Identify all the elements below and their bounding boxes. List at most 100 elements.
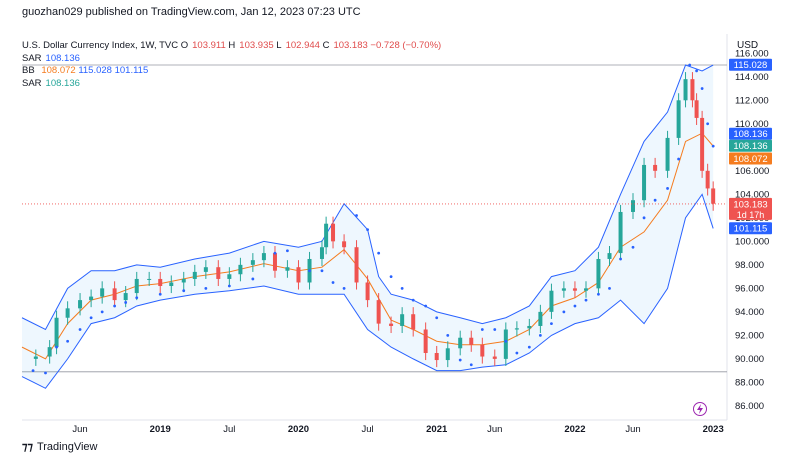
candle-body <box>480 344 485 357</box>
x-tick-label: 2022 <box>564 424 585 435</box>
candle-body <box>676 100 681 138</box>
sar-dot <box>538 333 542 337</box>
sar-dot <box>446 333 450 337</box>
x-tick-label: 2021 <box>426 424 448 435</box>
candle-body <box>169 282 174 287</box>
candle-body <box>705 170 710 189</box>
candle-body <box>596 258 601 289</box>
candle-body <box>700 117 705 171</box>
badge-bb-mid: 108.072 <box>733 154 767 165</box>
sar-dot <box>677 157 681 161</box>
sar-dot <box>435 316 439 320</box>
candle-body <box>331 223 336 242</box>
candle-body <box>261 253 266 261</box>
sar-dot <box>458 358 462 362</box>
sar-dot <box>550 322 553 326</box>
sar-dot <box>355 214 358 217</box>
badge-bb-lower: 101.115 <box>734 224 768 235</box>
sar-dot <box>55 345 58 349</box>
brand-name: TradingView <box>36 440 98 453</box>
candle-body <box>319 247 324 259</box>
candle-body <box>631 200 635 212</box>
sar-dot <box>100 310 104 314</box>
sar-dot <box>66 339 70 343</box>
sar-dot <box>480 328 484 331</box>
sar-dot <box>711 144 715 148</box>
candle-body <box>434 353 439 361</box>
price-chart[interactable]: 86.000 88.000 90.000 92.000 94.000 96.000 98.0… <box>0 0 791 459</box>
sar-dot <box>515 351 519 355</box>
sar-dot <box>158 292 162 296</box>
bb-fill <box>22 65 714 389</box>
tv-logo-icon: ⁊⁊ <box>22 441 33 453</box>
candle-body <box>653 164 658 171</box>
sar-dot <box>424 304 428 308</box>
candle-body <box>227 274 232 279</box>
sar-dot <box>366 228 369 231</box>
candle-body <box>411 314 416 330</box>
sar-dot <box>631 245 635 249</box>
x-tick-label: 2023 <box>703 424 724 435</box>
sar-dot <box>227 284 231 288</box>
candle-body <box>711 188 716 204</box>
candle-body <box>572 288 577 291</box>
candle-body <box>561 288 566 291</box>
y-tick-label: 90.000 <box>735 354 764 365</box>
candle-body <box>296 267 301 283</box>
candle-body <box>584 288 588 291</box>
sar-dot <box>597 292 600 296</box>
y-tick-label: 106.000 <box>735 166 769 177</box>
sar-dot <box>573 304 577 308</box>
candle-body <box>527 325 532 329</box>
candle-body <box>354 247 359 283</box>
candle-body <box>342 241 347 248</box>
tradingview-logo[interactable]: ⁊⁊ TradingView <box>22 440 98 454</box>
candle-body <box>89 296 94 301</box>
candle-body <box>618 211 623 254</box>
candle-body <box>445 348 450 361</box>
sar-dot <box>642 216 646 220</box>
x-tick-label: Jun <box>72 424 87 435</box>
candle-body <box>549 290 554 312</box>
y-tick-label: 88.000 <box>735 377 764 388</box>
sar-dot <box>389 275 393 279</box>
badge-bb-upper: 115.028 <box>734 60 768 71</box>
candle-body <box>285 267 290 271</box>
y-tick-label: 114.000 <box>735 72 769 83</box>
candle-body <box>47 347 52 357</box>
x-tick-label: Jul <box>223 424 235 435</box>
sar-dot <box>469 363 473 367</box>
sar-dot <box>251 277 255 281</box>
sar-dot <box>113 304 117 308</box>
sar-dot <box>44 371 47 375</box>
candle-body <box>238 264 243 275</box>
y-tick-label: 86.000 <box>735 401 764 412</box>
y-tick-label: 112.000 <box>735 95 769 106</box>
candle-body <box>78 300 83 309</box>
candle-body <box>250 260 255 265</box>
sar-dot <box>400 286 404 290</box>
y-tick-label: 100.000 <box>735 236 769 247</box>
sar-dot <box>493 328 497 331</box>
y-tick-label: 94.000 <box>735 307 764 318</box>
candle-body <box>181 278 186 283</box>
candle-body <box>400 314 405 326</box>
candle-body <box>272 253 277 271</box>
sar-dot <box>411 298 415 302</box>
sar-dot <box>320 269 324 273</box>
candle-body <box>54 317 59 348</box>
candle-body <box>642 164 647 201</box>
candle-body <box>423 329 428 354</box>
candle-body <box>123 293 128 301</box>
badge-sar: 108.136 <box>733 129 767 140</box>
sar-dot <box>31 369 35 373</box>
sar-dot <box>135 296 139 300</box>
candle-body <box>376 300 381 324</box>
sar-dot <box>78 328 82 331</box>
candle-body <box>365 282 370 301</box>
y-tick-label: 92.000 <box>735 330 764 341</box>
y-tick-label: 98.000 <box>735 260 764 271</box>
y-tick-label: 116.000 <box>735 48 769 59</box>
sar-dot <box>504 339 508 343</box>
sar-dot <box>124 301 128 304</box>
